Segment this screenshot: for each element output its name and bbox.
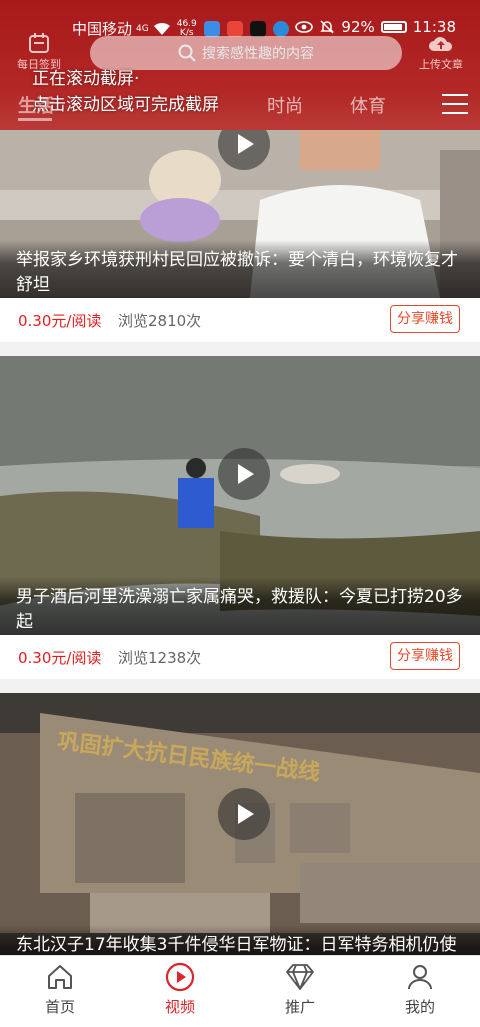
read-price: 0.30元/阅读 [18,312,102,330]
menu-icon [442,94,468,96]
cloud-upload-icon [429,37,453,51]
video-thumbnail[interactable]: 男子酒后河里洗澡溺亡家属痛哭，救援队：今夏已打捞20多起 [0,356,480,635]
calendar-icon [29,33,49,53]
play-button[interactable] [218,788,270,840]
wifi-icon [153,22,170,35]
user-icon [408,965,432,990]
active-tab-indicator [18,118,52,121]
video-thumbnail[interactable]: 巩固扩大抗日民族统一战线 东北汉子17年收集3千件侵华日军物证：日军特务相机仍使… [0,693,480,983]
play-button[interactable] [218,448,270,500]
share-earn-button[interactable]: 分享赚钱 [390,642,460,670]
net-speed: 46.9 K/s [177,19,197,38]
upload-label: 上传文章 [419,58,463,71]
view-count: 浏览1238次 [118,649,202,667]
search-bar[interactable]: 搜索感性趣的内容 [90,36,402,70]
nav-profile-label: 我的 [404,998,435,1016]
bottom-nav: 首页 视频 推广 我的 [0,955,480,1027]
video-title: 举报家乡环境获刑村民回应被撤诉：要个清白，环境恢复才舒坦 [0,240,480,298]
battery-icon [380,21,407,33]
mute-bell-icon [320,20,335,34]
network-type: 4G [136,23,149,34]
nav-promote[interactable]: 推广 [265,962,335,1017]
feed-card[interactable]: 举报家乡环境获刑村民回应被撤诉：要个清白，环境恢复才舒坦 0.30元/阅读 浏览… [0,130,480,342]
nav-video[interactable]: 视频 [145,962,215,1017]
app-root: { "status_bar": { "carrier": "中国移动", "ne… [0,0,480,1027]
scroll-notice-line1: 正在滚动截屏· [32,69,140,89]
scroll-screenshot-notice[interactable]: 正在滚动截屏· 点击滚动区域可完成截屏 [32,66,219,118]
tiktok-notify-icon [249,20,266,37]
feed-card[interactable]: 男子酒后河里洗澡溺亡家属痛哭，救援队：今夏已打捞20多起 0.30元/阅读 浏览… [0,356,480,679]
menu-icon-line [442,103,468,105]
news-notify-icon [226,20,243,37]
menu-icon-line [442,112,468,114]
view-count: 浏览2810次 [118,312,202,330]
search-placeholder: 搜索感性趣的内容 [202,46,314,62]
video-feed: 举报家乡环境获刑村民回应被撤诉：要个清白，环境恢复才舒坦 0.30元/阅读 浏览… [0,130,480,997]
card-meta: 0.30元/阅读 浏览2810次 分享赚钱 [0,298,480,342]
share-earn-button[interactable]: 分享赚钱 [390,305,460,333]
tab-sports[interactable]: 体育 [350,92,386,118]
search-icon [178,44,196,62]
scroll-notice-line2: 点击滚动区域可完成截屏 [32,95,219,115]
tab-fashion[interactable]: 时尚 [267,92,303,118]
video-thumbnail[interactable]: 举报家乡环境获刑村民回应被撤诉：要个清白，环境恢复才舒坦 [0,130,480,298]
browser-notify-icon [272,20,289,37]
video-title: 男子酒后河里洗澡溺亡家属痛哭，救援队：今夏已打捞20多起 [0,577,480,635]
nav-home[interactable]: 首页 [25,962,95,1017]
diamond-icon [286,964,314,990]
nav-profile[interactable]: 我的 [385,962,455,1017]
nav-home-label: 首页 [44,998,75,1016]
play-circle-icon [165,962,195,992]
upload-article-button[interactable]: 上传文章 [414,34,468,72]
app-notify-icon [203,20,220,37]
nav-promote-label: 推广 [284,998,315,1016]
feed-card[interactable]: 巩固扩大抗日民族统一战线 东北汉子17年收集3千件侵华日军物证：日军特务相机仍使… [0,693,480,983]
nav-video-label: 视频 [164,998,195,1016]
home-icon [48,965,72,989]
battery-percent: 92% [341,18,375,36]
read-price: 0.30元/阅读 [18,649,102,667]
eye-icon [295,21,314,33]
card-meta: 0.30元/阅读 浏览1238次 分享赚钱 [0,635,480,679]
tabs-menu-button[interactable] [442,94,468,116]
